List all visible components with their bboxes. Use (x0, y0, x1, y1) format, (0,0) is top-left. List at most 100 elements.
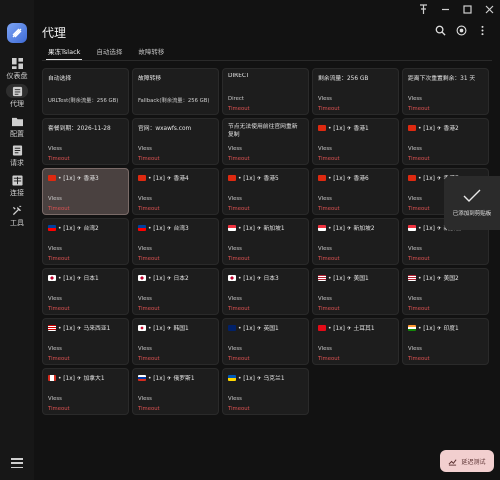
more-vert-icon[interactable] (476, 24, 488, 36)
proxy-card[interactable]: • [1x] ✈ 韩国1 Vless Timeout (132, 318, 219, 365)
proxy-delay-status[interactable]: Timeout (48, 206, 70, 212)
proxy-card[interactable]: • [1x] ✈ 美国2 Vless Timeout (402, 268, 489, 315)
proxy-card[interactable]: 官网：wxawfs.com Vless Timeout (132, 118, 219, 165)
proxy-card[interactable]: 距离下次重置剩余：31 天 Vless Timeout (402, 68, 489, 115)
proxy-delay-status[interactable]: Timeout (48, 256, 70, 262)
proxy-name-text: • [1x] ✈ 香港1 (328, 126, 369, 132)
tab-group-1[interactable]: 自动选择 (96, 46, 122, 61)
proxy-card[interactable]: • [1x] ✈ 日本2 Vless Timeout (132, 268, 219, 315)
sidebar-item-requests[interactable]: 请求 (0, 143, 34, 168)
sidebar-item-dashboard[interactable]: 仪表盘 (0, 56, 34, 81)
pin-icon[interactable] (412, 0, 434, 18)
sidebar-item-proxy[interactable]: 代理 (0, 84, 34, 109)
sidebar-item-profiles[interactable]: 配置 (0, 114, 34, 139)
proxy-delay-status[interactable]: Timeout (48, 306, 70, 312)
proxy-delay-status[interactable]: Timeout (228, 406, 250, 412)
sidebar-item-label: 配置 (10, 130, 24, 138)
proxy-delay-status[interactable]: Timeout (48, 406, 70, 412)
proxy-card[interactable]: 节点无法使用前往官网重新复制 Vless Timeout (222, 118, 309, 165)
proxy-type: Vless (408, 246, 422, 252)
proxy-delay-status[interactable]: Timeout (48, 156, 70, 162)
proxy-card[interactable]: • [1x] ✈ 新加坡2 Vless Timeout (312, 218, 399, 265)
proxy-card[interactable]: • [1x] ✈ 印度1 Vless Timeout (402, 318, 489, 365)
proxy-card[interactable]: • [1x] ✈ 俄罗斯1 Vless Timeout (132, 368, 219, 415)
minimize-icon[interactable] (434, 0, 456, 18)
proxy-delay-status[interactable]: Timeout (138, 256, 160, 262)
proxy-delay-status[interactable]: Timeout (228, 206, 250, 212)
proxy-type: Vless (228, 346, 242, 352)
proxy-card[interactable]: • [1x] ✈ 香港2 Vless Timeout (402, 118, 489, 165)
proxy-card[interactable]: • [1x] ✈ 台湾3 Vless Timeout (132, 218, 219, 265)
proxy-card[interactable]: • [1x] ✈ 香港5 Vless Timeout (222, 168, 309, 215)
proxy-delay-status[interactable]: Timeout (318, 206, 340, 212)
proxy-delay-status[interactable]: Timeout (228, 356, 250, 362)
jp-flag-icon (138, 274, 146, 281)
proxy-card[interactable]: DIRECT Direct Timeout (222, 68, 309, 115)
proxy-delay-status[interactable]: Timeout (408, 356, 430, 362)
hk-flag-icon (228, 174, 236, 181)
proxy-type: Vless (228, 396, 242, 402)
proxy-name: • [1x] ✈ 乌克兰1 (228, 373, 303, 382)
proxy-delay-status[interactable]: Timeout (318, 156, 340, 162)
proxy-delay-status[interactable]: Timeout (228, 156, 250, 162)
proxy-delay-status[interactable]: Timeout (408, 206, 430, 212)
proxy-card[interactable]: • [1x] ✈ 乌克兰1 Vless Timeout (222, 368, 309, 415)
proxy-card[interactable]: • [1x] ✈ 日本1 Vless Timeout (42, 268, 129, 315)
proxy-name-text: 自动选择 (48, 76, 72, 82)
tab-group-0[interactable]: 果冻Tslack (45, 46, 83, 61)
proxy-type: Vless (138, 246, 152, 252)
proxy-delay-status[interactable]: Timeout (318, 106, 340, 112)
proxy-name: DIRECT (228, 73, 303, 79)
maximize-icon[interactable] (456, 0, 478, 18)
proxy-delay-status[interactable]: Timeout (138, 156, 160, 162)
proxy-name: • [1x] ✈ 香港3 (48, 173, 123, 182)
target-icon[interactable] (455, 24, 467, 36)
proxy-card[interactable]: 自动选择 URLTest(剩余流量：256 GB) (42, 68, 129, 115)
proxy-delay-status[interactable]: Timeout (408, 106, 430, 112)
tab-group-2[interactable]: 故障转移 (138, 46, 164, 61)
folder-icon (9, 114, 25, 128)
search-icon[interactable] (434, 24, 446, 36)
proxy-delay-status[interactable]: Timeout (318, 356, 340, 362)
proxy-card[interactable]: • [1x] ✈ 日本3 Vless Timeout (222, 268, 309, 315)
dashboard-icon (9, 56, 25, 70)
proxy-delay-status[interactable]: Timeout (408, 306, 430, 312)
proxy-delay-status[interactable]: Timeout (228, 306, 250, 312)
proxy-card[interactable]: • [1x] ✈ 香港4 Vless Timeout (132, 168, 219, 215)
proxy-card[interactable]: 套餐到期：2026-11-28 Vless Timeout (42, 118, 129, 165)
proxy-card[interactable]: • [1x] ✈ 香港3 Vless Timeout (42, 168, 129, 215)
proxy-card[interactable]: • [1x] ✈ 香港1 Vless Timeout (312, 118, 399, 165)
proxy-delay-status[interactable]: Timeout (318, 306, 340, 312)
proxy-delay-status[interactable]: Timeout (228, 106, 250, 112)
proxy-name: • [1x] ✈ 加拿大1 (48, 373, 123, 382)
proxy-card[interactable]: • [1x] ✈ 美国1 Vless Timeout (312, 268, 399, 315)
close-icon[interactable] (478, 0, 500, 18)
proxy-card[interactable]: • [1x] ✈ 香港6 Vless Timeout (312, 168, 399, 215)
proxy-card[interactable]: • [1x] ✈ 土耳其1 Vless Timeout (312, 318, 399, 365)
proxy-card[interactable]: • [1x] ✈ 台湾2 Vless Timeout (42, 218, 129, 265)
sidebar: 仪表盘 代理 配置 请求 连接 工具 (0, 0, 34, 480)
proxy-type: Vless (138, 346, 152, 352)
sidebar-item-connections[interactable]: 连接 (0, 173, 34, 198)
proxy-card[interactable]: 剩余流量：256 GB Vless Timeout (312, 68, 399, 115)
proxy-delay-status[interactable]: Timeout (408, 256, 430, 262)
delay-test-button[interactable]: 延迟测试 (440, 450, 494, 472)
proxy-delay-status[interactable]: Timeout (138, 306, 160, 312)
proxy-name-text: • [1x] ✈ 新加坡1 (238, 226, 285, 232)
sidebar-item-tools[interactable]: 工具 (0, 203, 34, 228)
proxy-card[interactable]: • [1x] ✈ 新加坡1 Vless Timeout (222, 218, 309, 265)
proxy-card[interactable]: • [1x] ✈ 马来西亚1 Vless Timeout (42, 318, 129, 365)
proxy-card[interactable]: 故障转移 Fallback(剩余流量：256 GB) (132, 68, 219, 115)
proxy-delay-status[interactable]: Timeout (138, 356, 160, 362)
proxy-card[interactable]: • [1x] ✈ 加拿大1 Vless Timeout (42, 368, 129, 415)
proxy-delay-status[interactable]: Timeout (408, 156, 430, 162)
sidebar-item-label: 代理 (10, 100, 24, 108)
proxy-name: • [1x] ✈ 美国1 (318, 273, 393, 282)
proxy-delay-status[interactable]: Timeout (138, 406, 160, 412)
menu-icon[interactable] (11, 458, 23, 468)
proxy-delay-status[interactable]: Timeout (48, 356, 70, 362)
proxy-card[interactable]: • [1x] ✈ 英国1 Vless Timeout (222, 318, 309, 365)
proxy-delay-status[interactable]: Timeout (138, 206, 160, 212)
proxy-delay-status[interactable]: Timeout (228, 256, 250, 262)
proxy-delay-status[interactable]: Timeout (318, 256, 340, 262)
